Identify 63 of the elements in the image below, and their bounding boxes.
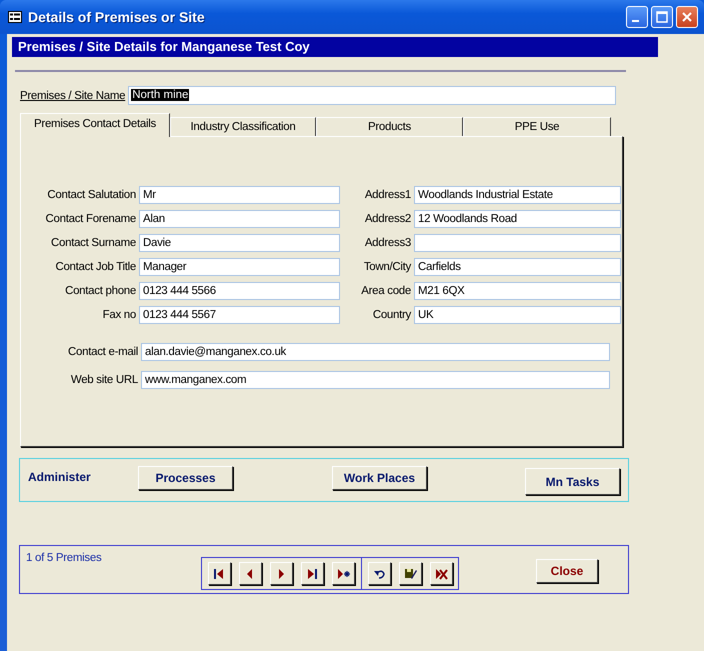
close-button[interactable]: Close [536,559,598,583]
minimize-button[interactable] [626,6,648,28]
input-field[interactable]: Mr [139,186,340,204]
undo-icon [373,568,386,580]
undo-button[interactable] [368,562,391,585]
input-field[interactable] [414,234,621,252]
field-label: Contact Salutation [46,189,137,201]
first-record-icon [213,568,226,580]
input-field[interactable]: Carfields [414,258,621,276]
input-field[interactable]: Alan [139,210,340,228]
next-record-button[interactable] [270,562,293,585]
record-count: 1 of 5 Premises [26,552,102,564]
input-field[interactable]: 0123 444 5566 [139,282,340,300]
input-field[interactable]: North mine [128,86,616,105]
field-label: Address1 [364,189,412,201]
delete-record-button[interactable] [430,562,453,585]
field-label: Premises / Site Name [20,90,126,102]
input-field[interactable]: 0123 444 5567 [139,306,340,324]
first-record-button[interactable] [208,562,231,585]
disk-pencil-icon [404,568,417,580]
last-record-icon [306,568,319,580]
new-record-button[interactable] [332,562,355,585]
previous-record-button[interactable] [239,562,262,585]
maximize-button[interactable] [651,6,673,28]
field-label: Fax no [102,309,137,321]
field-label: Contact Job Title [54,261,137,273]
admin-button[interactable]: Work Places [332,466,427,490]
close-button[interactable] [676,6,698,28]
field-label: Address3 [364,237,412,249]
input-field[interactable]: Woodlands Industrial Estate [414,186,621,204]
field-label: Area code [360,285,412,297]
form-icon [8,11,22,23]
field-label: Contact Forename [44,213,137,225]
section-label: Administer [28,470,92,484]
field-label: Web site URL [70,374,139,386]
field-label: Address2 [364,213,412,225]
input-field[interactable]: Manager [139,258,340,276]
admin-button[interactable]: Processes [138,466,233,490]
tab[interactable]: Premises Contact Details [20,113,170,137]
delete-record-icon [435,568,448,580]
input-field[interactable]: UK [414,306,621,324]
tab[interactable]: Industry Classification [170,117,316,137]
field-label: Country [372,309,412,321]
input-field[interactable]: M21 6QX [414,282,621,300]
field-label: Contact Surname [50,237,137,249]
tab[interactable]: Products [316,117,463,137]
tab[interactable]: PPE Use [463,117,611,137]
window-title: Details of Premises or Site [28,9,206,25]
input-field[interactable]: Davie [139,234,340,252]
form-header: Premises / Site Details for Manganese Test Coy [12,37,658,57]
maximize-icon [656,11,668,23]
field-label: Town/City [362,261,412,273]
input-field[interactable]: 12 Woodlands Road [414,210,621,228]
admin-button[interactable]: Mn Tasks [525,468,620,495]
close-icon [681,11,693,23]
save-record-button[interactable] [399,562,422,585]
input-field[interactable]: alan.davie@manganex.co.uk [141,343,610,361]
field-label: Contact e-mail [67,346,139,358]
new-record-icon [337,568,350,580]
input-field[interactable]: www.manganex.com [141,371,610,389]
last-record-button[interactable] [301,562,324,585]
minimize-icon [632,20,638,22]
field-label: Contact phone [64,285,137,297]
